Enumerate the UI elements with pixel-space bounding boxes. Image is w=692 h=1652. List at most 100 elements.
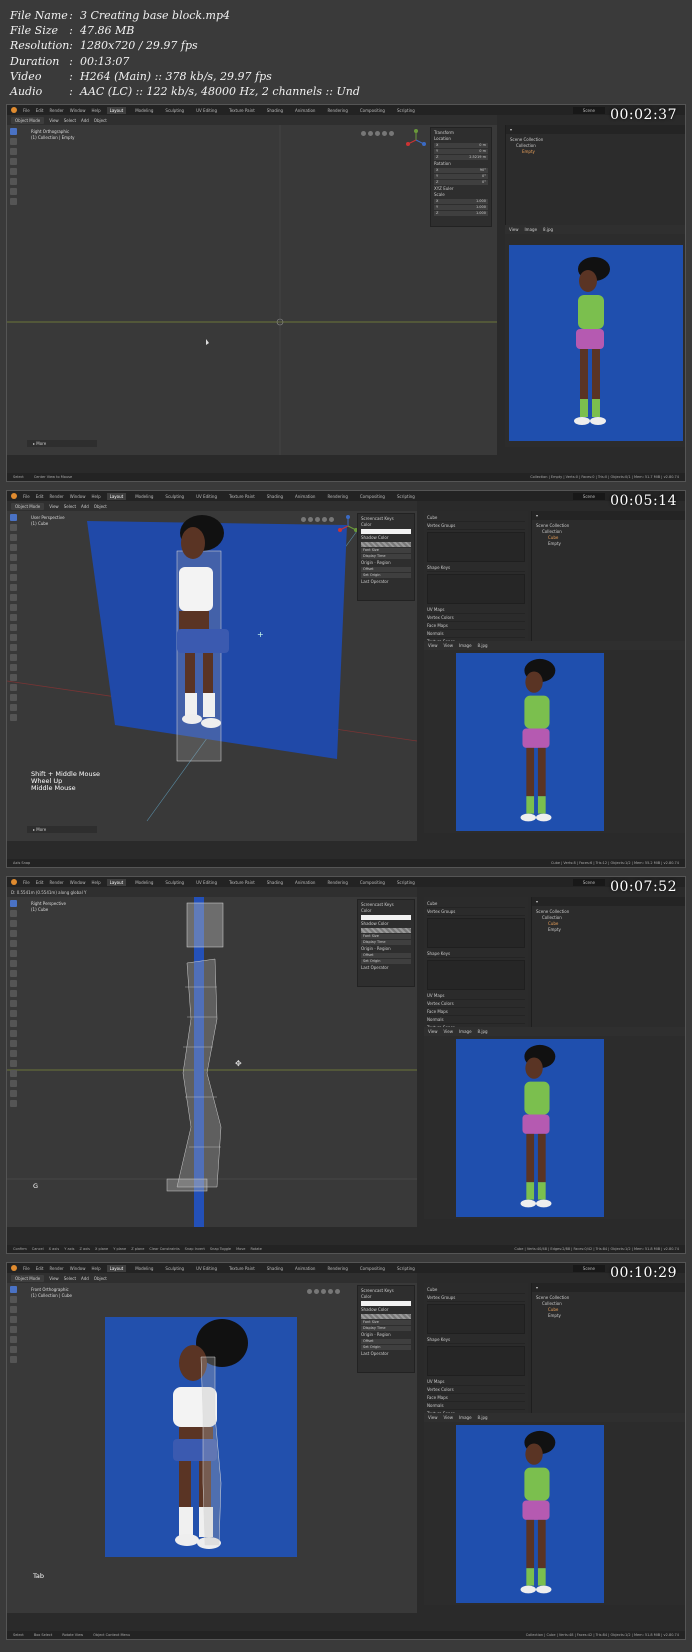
tab-uv-editing[interactable]: UV Editing	[193, 493, 220, 500]
shadow-color-swatch[interactable]	[361, 928, 411, 933]
select-tool-icon[interactable]	[9, 514, 17, 521]
face-maps-section[interactable]: Face Maps	[427, 1394, 525, 1402]
offset-field[interactable]: Offset	[361, 953, 411, 958]
menu-edit[interactable]: Edit	[36, 108, 44, 113]
menu-edit[interactable]: Edit	[36, 494, 44, 499]
spin-tool-icon[interactable]	[9, 1050, 17, 1057]
color-swatch[interactable]	[361, 915, 411, 920]
image-viewer[interactable]: View Image 8.jpg	[505, 225, 685, 447]
uv-maps-section[interactable]: UV Maps	[427, 606, 525, 614]
move-tool-icon[interactable]	[9, 534, 17, 541]
menu-window[interactable]: Window	[70, 880, 86, 885]
tab-compositing[interactable]: Compositing	[357, 107, 388, 114]
more-button[interactable]: ▸ More	[27, 440, 97, 447]
loop-cut-tool-icon[interactable]	[9, 634, 17, 641]
display-time-field[interactable]: Display Time	[361, 1326, 411, 1331]
scene-selector[interactable]: Scene	[572, 492, 605, 500]
image-viewer[interactable]: View View Image 8.jpg	[424, 1413, 685, 1605]
shrink-tool-icon[interactable]	[9, 694, 17, 701]
view-icon[interactable]	[322, 517, 327, 522]
tab-texture-paint[interactable]: Texture Paint	[226, 107, 258, 114]
tab-animation[interactable]: Animation	[292, 493, 318, 500]
object-name-field[interactable]: Cube	[427, 900, 525, 908]
menu-file[interactable]: File	[23, 494, 30, 499]
set-origin-button[interactable]: Set Origin	[361, 959, 411, 964]
loop-cut-tool-icon[interactable]	[9, 1020, 17, 1027]
3d-viewport[interactable]: + User Perspective (1) Cube Shift + Middl…	[7, 511, 417, 841]
rip-tool-icon[interactable]	[9, 1100, 17, 1107]
last-operator-checkbox[interactable]: Last Operator	[361, 579, 411, 585]
tab-rendering[interactable]: Rendering	[324, 879, 350, 886]
rotation-x-field[interactable]: X 90°	[434, 168, 488, 173]
tab-uv-editing[interactable]: UV Editing	[193, 879, 220, 886]
tab-compositing[interactable]: Compositing	[357, 1265, 388, 1272]
scale-tool-icon[interactable]	[9, 168, 17, 175]
image-viewer[interactable]: View View Image 8.jpg	[424, 1027, 685, 1219]
menu-object[interactable]: Object	[94, 1276, 107, 1281]
tab-scripting[interactable]: Scripting	[394, 1265, 418, 1272]
offset-field[interactable]: Offset	[361, 567, 411, 572]
tab-shading[interactable]: Shading	[264, 107, 286, 114]
tab-animation[interactable]: Animation	[292, 107, 318, 114]
view-icon[interactable]	[375, 131, 380, 136]
3d-viewport[interactable]: Right Orthographic (1) Collection | Empty…	[7, 125, 497, 455]
tab-sculpting[interactable]: Sculpting	[162, 1265, 187, 1272]
set-origin-button[interactable]: Set Origin	[361, 573, 411, 578]
shape-keys-list[interactable]	[427, 1346, 525, 1376]
rotation-y-field[interactable]: Y 0°	[434, 174, 488, 179]
tab-animation[interactable]: Animation	[292, 879, 318, 886]
tab-sculpting[interactable]: Sculpting	[162, 107, 187, 114]
scale-x-field[interactable]: X 1.000	[434, 199, 488, 204]
transform-tool-icon[interactable]	[9, 178, 17, 185]
view-icon[interactable]	[308, 517, 313, 522]
font-size-field[interactable]: Font Size	[361, 1320, 411, 1325]
rotate-tool-icon[interactable]	[9, 158, 17, 165]
vertex-colors-section[interactable]: Vertex Colors	[427, 1000, 525, 1008]
edge-slide-tool-icon[interactable]	[9, 1070, 17, 1077]
knife-tool-icon[interactable]	[9, 644, 17, 651]
menu-render[interactable]: Render	[49, 1266, 63, 1271]
view-icon[interactable]	[328, 1289, 333, 1294]
bevel-tool-icon[interactable]	[9, 1010, 17, 1017]
tab-rendering[interactable]: Rendering	[324, 493, 350, 500]
outliner-row-empty[interactable]: Empty	[536, 927, 683, 933]
outliner-row-empty[interactable]: Empty	[536, 1313, 683, 1319]
add-cube-tool-icon[interactable]	[9, 980, 17, 987]
menu-object[interactable]: Object	[94, 504, 107, 509]
tab-rendering[interactable]: Rendering	[324, 107, 350, 114]
move-tool-icon[interactable]	[9, 148, 17, 155]
annotate-tool-icon[interactable]	[9, 188, 17, 195]
mode-dropdown[interactable]: Object Mode	[11, 502, 45, 510]
tab-texture-paint[interactable]: Texture Paint	[226, 879, 258, 886]
vertex-colors-section[interactable]: Vertex Colors	[427, 614, 525, 622]
bevel-tool-icon[interactable]	[9, 624, 17, 631]
tab-uv-editing[interactable]: UV Editing	[193, 1265, 220, 1272]
color-swatch[interactable]	[361, 529, 411, 534]
poly-build-tool-icon[interactable]	[9, 654, 17, 661]
view-icon[interactable]	[321, 1289, 326, 1294]
menu-render[interactable]: Render	[49, 108, 63, 113]
outliner-row-empty[interactable]: Empty	[510, 149, 683, 155]
rotate-tool-icon[interactable]	[9, 1316, 17, 1323]
menu-select[interactable]: Select	[64, 118, 76, 123]
tab-layout[interactable]: Layout	[106, 106, 127, 114]
object-name-field[interactable]: Cube	[427, 514, 525, 522]
scale-tool-icon[interactable]	[9, 940, 17, 947]
tab-animation[interactable]: Animation	[292, 1265, 318, 1272]
menu-window[interactable]: Window	[70, 494, 86, 499]
tab-modeling[interactable]: Modeling	[132, 493, 156, 500]
image-viewer[interactable]: View View Image 8.jpg	[424, 641, 685, 833]
cursor-tool-icon[interactable]	[9, 910, 17, 917]
vertex-groups-list[interactable]	[427, 532, 525, 562]
extrude-tool-icon[interactable]	[9, 990, 17, 997]
spin-tool-icon[interactable]	[9, 664, 17, 671]
scale-y-field[interactable]: Y 1.000	[434, 205, 488, 210]
location-y-field[interactable]: Y0 m	[434, 149, 488, 154]
set-origin-button[interactable]: Set Origin	[361, 1345, 411, 1350]
menu-help[interactable]: Help	[91, 108, 100, 113]
menu-edit[interactable]: Edit	[36, 880, 44, 885]
tab-sculpting[interactable]: Sculpting	[162, 493, 187, 500]
face-maps-section[interactable]: Face Maps	[427, 622, 525, 630]
tab-compositing[interactable]: Compositing	[357, 493, 388, 500]
menu-window[interactable]: Window	[70, 108, 86, 113]
